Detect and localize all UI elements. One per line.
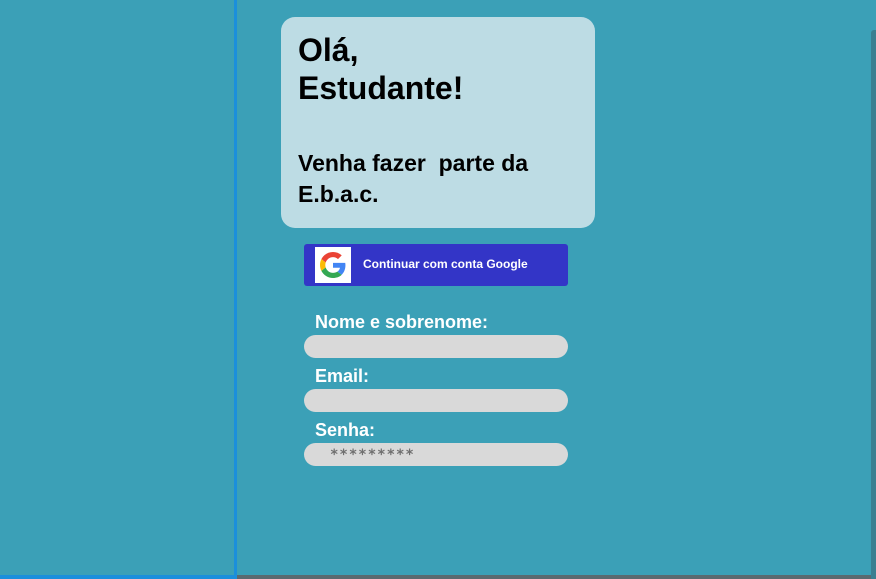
name-field[interactable] <box>304 335 568 358</box>
left-panel-divider <box>234 0 237 579</box>
bottom-border-right <box>237 575 876 579</box>
password-field[interactable]: ********* <box>304 443 568 466</box>
invite-line-1: Venha fazer parte da <box>298 150 529 176</box>
google-signin-button[interactable]: Continuar com conta Google <box>304 244 568 286</box>
greeting-line-1: Olá, <box>298 32 359 68</box>
greeting-heading: Olá, Estudante! <box>298 31 578 107</box>
password-field-label: Senha: <box>315 420 376 440</box>
welcome-card: Olá, Estudante! Venha fazer parte da E.b… <box>281 17 595 228</box>
google-button-label: Continuar com conta Google <box>363 257 528 271</box>
email-field[interactable] <box>304 389 568 412</box>
password-mask: ********* <box>330 447 415 463</box>
email-field-label: Email: <box>315 366 370 386</box>
google-g-icon <box>320 252 346 278</box>
name-field-label: Nome e sobrenome: <box>315 312 489 332</box>
google-logo-container <box>315 247 351 283</box>
scrollbar-edge <box>871 30 876 579</box>
bottom-border-left <box>0 575 236 579</box>
invite-line-2: E.b.a.c. <box>298 181 379 207</box>
greeting-line-2: Estudante! <box>298 70 464 106</box>
invite-text: Venha fazer parte da E.b.a.c. <box>298 148 588 210</box>
